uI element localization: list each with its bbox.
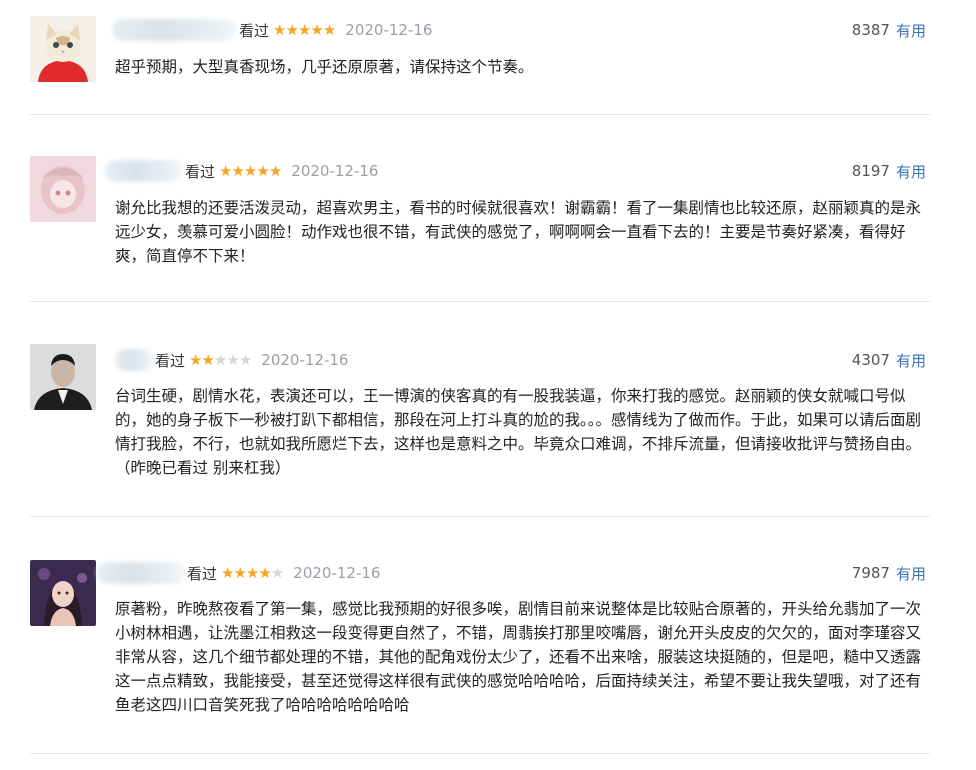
watch-status: 看过 [185, 162, 216, 181]
vote-count: 8197 [851, 162, 890, 180]
divider [30, 301, 930, 302]
review-date: 2020-12-16 [291, 162, 379, 180]
watch-status: 看过 [239, 21, 270, 40]
star-icon: ★ [258, 564, 271, 582]
star-icon: ★ [233, 564, 246, 582]
rating-stars: ★★★★★ [273, 21, 336, 39]
star-icon: ★ [231, 162, 244, 180]
star-icon: ★ [285, 21, 298, 39]
vote-area: 7987 有用 [852, 562, 926, 584]
woman-portrait-avatar-icon[interactable] [30, 560, 96, 626]
review-date: 2020-12-16 [345, 21, 433, 39]
username-blurred[interactable] [112, 19, 237, 41]
rating-stars: ★★★★★ [221, 564, 284, 582]
review-meta: 看过 ★★★★★ 2020-12-16 [112, 19, 432, 41]
star-icon: ★ [189, 351, 202, 369]
vote-count: 4307 [851, 351, 890, 369]
review-text: 谢允比我想的还要活泼灵动，超喜欢男主，看书的时候就很喜欢！谢霸霸！看了一集剧情也… [115, 199, 922, 265]
username-blurred[interactable] [105, 160, 183, 182]
anime-girl-avatar-icon[interactable] [30, 156, 96, 222]
useful-button[interactable]: 有用 [896, 20, 926, 41]
review-meta: 看过 ★★★★★ 2020-12-16 [115, 349, 348, 371]
cat-avatar-icon[interactable] [30, 16, 96, 82]
vote-area: 8197 有用 [852, 160, 926, 182]
review-text: 超乎预期，大型真香现场，几乎还原原著，请保持这个节奏。 [115, 58, 534, 76]
useful-button[interactable]: 有用 [896, 161, 926, 182]
star-icon: ★ [201, 351, 214, 369]
star-icon: ★ [297, 21, 311, 39]
star-icon: ★ [273, 21, 286, 39]
watch-status: 看过 [155, 351, 186, 370]
star-empty-icon: ★ [270, 564, 284, 582]
username-blurred[interactable] [97, 562, 185, 584]
vote-count: 7987 [851, 564, 890, 582]
useful-button[interactable]: 有用 [896, 563, 926, 584]
useful-button[interactable]: 有用 [896, 350, 926, 371]
divider [30, 753, 930, 754]
review-meta: 看过 ★★★★★ 2020-12-16 [105, 160, 378, 182]
review-text: 原著粉，昨晚熬夜看了第一集，感觉比我预期的好很多唉，剧情目前来说整体是比较贴合原… [115, 600, 922, 714]
star-empty-icon: ★ [238, 351, 252, 369]
man-portrait-avatar-icon[interactable] [30, 344, 96, 410]
vote-area: 8387 有用 [852, 19, 926, 41]
star-icon: ★ [219, 162, 232, 180]
rating-stars: ★★★★★ [219, 162, 282, 180]
star-icon: ★ [268, 162, 282, 180]
star-icon: ★ [256, 162, 269, 180]
star-icon: ★ [322, 21, 336, 39]
vote-area: 4307 有用 [852, 349, 926, 371]
divider [30, 114, 930, 115]
review-meta: 看过 ★★★★★ 2020-12-16 [97, 562, 380, 584]
star-icon: ★ [221, 564, 234, 582]
star-empty-icon: ★ [226, 351, 239, 369]
star-icon: ★ [243, 162, 257, 180]
star-icon: ★ [310, 21, 323, 39]
vote-count: 8387 [851, 21, 890, 39]
star-icon: ★ [245, 564, 259, 582]
review-date: 2020-12-16 [261, 351, 349, 369]
review-date: 2020-12-16 [293, 564, 381, 582]
review-text: 台词生硬，剧情水花，表演还可以，王一博演的侠客真的有一股我装逼，你来打我的感觉。… [115, 387, 922, 477]
username-blurred[interactable] [115, 349, 153, 371]
watch-status: 看过 [187, 564, 218, 583]
divider [30, 516, 930, 517]
star-empty-icon: ★ [213, 351, 227, 369]
rating-stars: ★★★★★ [189, 351, 252, 369]
